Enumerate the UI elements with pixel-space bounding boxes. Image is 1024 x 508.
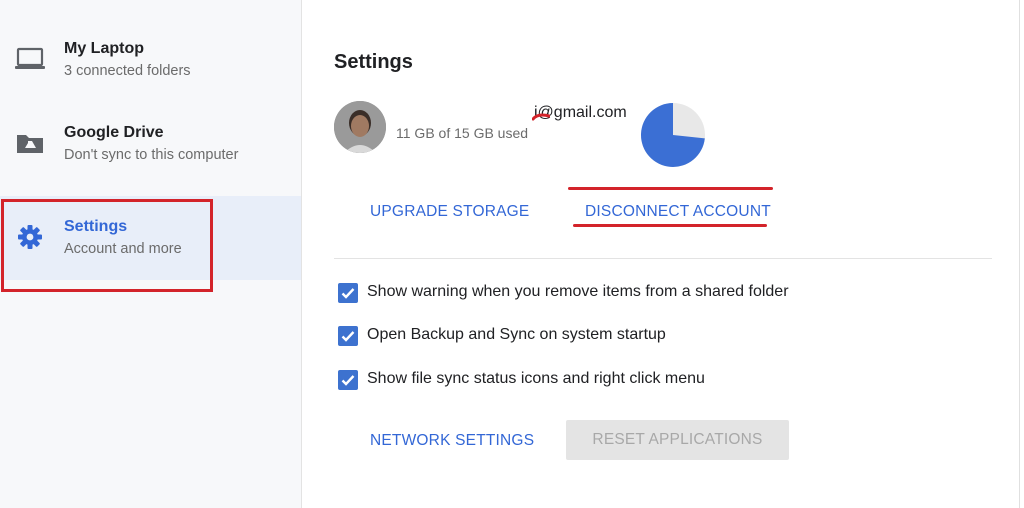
sidebar-item-subtitle: Don't sync to this computer	[64, 147, 239, 163]
annotation-underline-top	[568, 187, 773, 190]
settings-panel: Settings i@gmail.com 11 GB of 15 GB used…	[302, 0, 1024, 508]
upgrade-storage-button[interactable]: UPGRADE STORAGE	[370, 203, 529, 221]
reset-applications-button[interactable]: RESET APPLICATIONS	[566, 420, 789, 460]
storage-pie-chart	[640, 102, 706, 168]
sidebar-item-title: Google Drive	[64, 124, 164, 141]
drive-folder-icon	[14, 130, 46, 156]
checkbox-checked[interactable]	[338, 283, 358, 303]
window-edge	[1019, 0, 1020, 508]
disconnect-account-button[interactable]: DISCONNECT ACCOUNT	[585, 203, 771, 221]
annotation-highlight-box	[1, 199, 213, 292]
divider	[334, 258, 992, 259]
sidebar-item-subtitle: 3 connected folders	[64, 63, 191, 79]
redaction-mark	[531, 110, 551, 122]
sidebar-item-google-drive[interactable]: Google Drive Don't sync to this computer	[0, 102, 301, 186]
checkbox-checked[interactable]	[338, 326, 358, 346]
sidebar: My Laptop 3 connected folders Google Dri…	[0, 0, 302, 508]
page-title: Settings	[334, 51, 413, 73]
checkbox-checked[interactable]	[338, 370, 358, 390]
avatar	[334, 101, 386, 153]
laptop-icon	[14, 46, 46, 72]
option-label: Open Backup and Sync on system startup	[367, 326, 666, 343]
storage-usage: 11 GB of 15 GB used	[396, 125, 529, 141]
annotation-underline-bottom	[573, 224, 767, 227]
option-label: Show warning when you remove items from …	[367, 283, 789, 300]
sidebar-item-title: My Laptop	[64, 40, 144, 57]
sidebar-item-my-laptop[interactable]: My Laptop 3 connected folders	[0, 18, 301, 102]
option-label: Show file sync status icons and right cl…	[367, 370, 705, 387]
network-settings-button[interactable]: NETWORK SETTINGS	[370, 432, 534, 450]
